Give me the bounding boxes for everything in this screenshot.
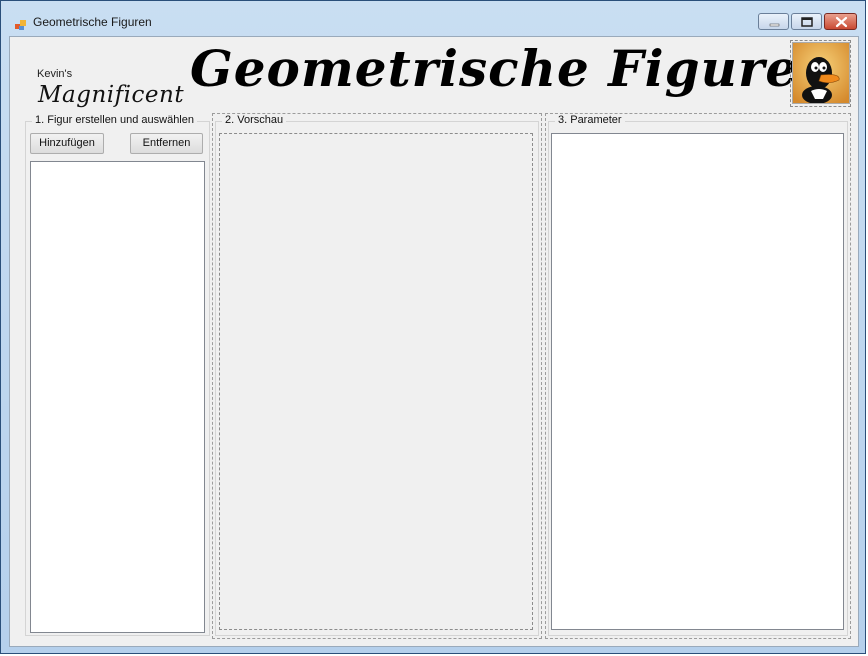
app-window: Geometrische Figuren Kevin's Magnificent… (0, 0, 866, 654)
parameters-panel[interactable] (551, 133, 844, 630)
minimize-icon (769, 23, 780, 27)
picture-box (790, 40, 851, 107)
parameters-group-legend: 3. Parameter (555, 114, 625, 126)
title-bar[interactable]: Geometrische Figuren (1, 1, 865, 37)
subtitle-label: Magnificent (38, 82, 185, 108)
remove-button[interactable]: Entfernen (130, 133, 203, 154)
preview-group-legend: 2. Vorschau (222, 114, 287, 126)
figures-listbox[interactable] (30, 161, 205, 633)
maximize-icon (801, 17, 813, 27)
minimize-button[interactable] (758, 13, 789, 30)
client-area: Kevin's Magnificent Geometrische Figuren (9, 36, 859, 647)
preview-canvas[interactable] (219, 133, 533, 630)
figures-group-legend: 1. Figur erstellen und auswählen (32, 114, 197, 126)
close-button[interactable] (824, 13, 857, 30)
maximize-button[interactable] (791, 13, 822, 30)
byline-label: Kevin's (37, 68, 73, 80)
window-title: Geometrische Figuren (33, 15, 152, 29)
add-button[interactable]: Hinzufügen (30, 133, 104, 154)
page-title: Geometrische Figuren (190, 39, 836, 98)
duck-picture (792, 42, 850, 104)
close-icon (835, 16, 848, 28)
app-icon (15, 16, 27, 30)
